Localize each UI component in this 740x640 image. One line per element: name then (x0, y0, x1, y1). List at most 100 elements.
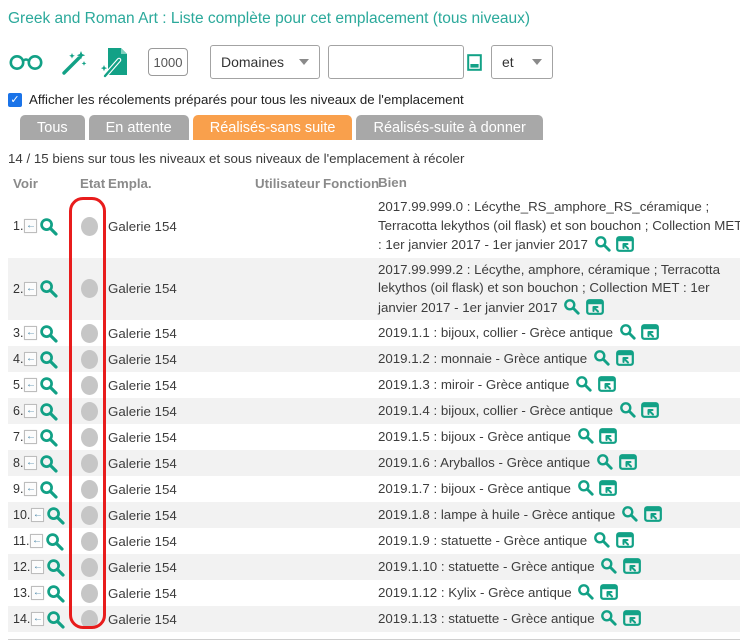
tab-tous[interactable]: Tous (20, 115, 85, 140)
row-location: Galerie 154 (108, 508, 255, 523)
open-window-icon[interactable] (616, 532, 634, 548)
tab-r-alis-s-suite-donner[interactable]: Réalisés-suite à donner (356, 115, 542, 140)
list-lookup-icon[interactable] (467, 54, 482, 71)
open-window-icon[interactable] (616, 350, 634, 366)
table-header: Voir Etat Empla. Utilisateur Fonction Bi… (8, 173, 740, 193)
view-record-search-icon[interactable] (39, 350, 58, 369)
row-number: 13. (13, 586, 30, 600)
row-bien-text: 2019.1.9 : statuette - Grèce antique (378, 533, 587, 548)
view-record-search-icon[interactable] (39, 402, 58, 421)
row-bien-cell: 2019.1.3 : miroir - Grèce antique (378, 372, 740, 398)
tab-en-attente[interactable]: En attente (89, 115, 189, 140)
glasses-icon[interactable] (8, 53, 45, 71)
open-window-icon[interactable] (644, 506, 662, 522)
status-dot[interactable] (81, 584, 98, 603)
open-window-icon[interactable] (598, 376, 616, 392)
view-record-search-icon[interactable] (46, 610, 65, 629)
row-etat-cell (70, 324, 108, 343)
row-voir-cell: 11.← (8, 532, 70, 551)
open-window-icon[interactable] (616, 236, 634, 252)
view-record-search-icon[interactable] (46, 558, 65, 577)
status-dot[interactable] (81, 454, 98, 473)
view-record-search-icon[interactable] (46, 506, 65, 525)
row-number: 1. (13, 219, 23, 233)
row-etat-cell (70, 480, 108, 499)
status-dot[interactable] (81, 324, 98, 343)
row-location: Galerie 154 (108, 586, 255, 601)
back-arrow-icon[interactable]: ← (24, 326, 37, 340)
search-icon[interactable] (577, 427, 594, 444)
status-dot[interactable] (81, 350, 98, 369)
back-arrow-icon[interactable]: ← (24, 282, 37, 296)
status-dot[interactable] (81, 217, 98, 236)
operator-select[interactable]: et (491, 45, 553, 79)
search-icon[interactable] (596, 453, 613, 470)
back-arrow-icon[interactable]: ← (24, 456, 37, 470)
back-arrow-icon[interactable]: ← (31, 560, 44, 574)
search-icon[interactable] (619, 323, 636, 340)
open-window-icon[interactable] (599, 480, 617, 496)
back-arrow-icon[interactable]: ← (24, 482, 37, 496)
search-icon[interactable] (619, 401, 636, 418)
row-bien-actions (591, 351, 634, 366)
row-bien-actions (617, 325, 660, 340)
operator-select-value: et (502, 54, 514, 70)
status-dot[interactable] (81, 376, 98, 395)
view-record-search-icon[interactable] (39, 480, 58, 499)
search-input[interactable] (328, 45, 464, 79)
open-window-icon[interactable] (619, 454, 637, 470)
row-bien-cell: 2019.1.9 : statuette - Grèce antique (378, 528, 740, 554)
search-icon[interactable] (594, 235, 611, 252)
status-dot[interactable] (81, 480, 98, 499)
back-arrow-icon[interactable]: ← (30, 534, 43, 548)
search-icon[interactable] (621, 505, 638, 522)
view-record-search-icon[interactable] (46, 584, 65, 603)
back-arrow-icon[interactable]: ← (31, 586, 44, 600)
search-icon[interactable] (600, 557, 617, 574)
status-dot[interactable] (81, 506, 98, 525)
row-location: Galerie 154 (108, 378, 255, 393)
back-arrow-icon[interactable]: ← (31, 612, 44, 626)
result-limit-input[interactable] (148, 48, 188, 76)
open-window-icon[interactable] (641, 402, 659, 418)
open-window-icon[interactable] (623, 610, 641, 626)
open-window-icon[interactable] (600, 584, 618, 600)
view-record-search-icon[interactable] (39, 217, 58, 236)
status-dot[interactable] (81, 558, 98, 577)
search-icon[interactable] (593, 349, 610, 366)
status-dot[interactable] (81, 402, 98, 421)
status-dot[interactable] (81, 428, 98, 447)
back-arrow-icon[interactable]: ← (24, 430, 37, 444)
back-arrow-icon[interactable]: ← (24, 404, 37, 418)
document-wand-icon[interactable] (100, 45, 132, 79)
search-icon[interactable] (577, 479, 594, 496)
search-icon[interactable] (600, 609, 617, 626)
status-dot[interactable] (81, 279, 98, 298)
show-recolements-checkbox[interactable]: ✓ (8, 93, 22, 107)
back-arrow-icon[interactable]: ← (24, 352, 37, 366)
back-arrow-icon[interactable]: ← (24, 219, 37, 233)
back-arrow-icon[interactable]: ← (24, 378, 37, 392)
row-number: 12. (13, 560, 30, 574)
status-dot[interactable] (81, 610, 98, 629)
open-window-icon[interactable] (599, 428, 617, 444)
open-window-icon[interactable] (586, 299, 604, 315)
domain-select[interactable]: Domaines (210, 45, 320, 79)
magic-wand-icon[interactable] (58, 47, 88, 77)
view-record-search-icon[interactable] (39, 279, 58, 298)
view-record-search-icon[interactable] (39, 324, 58, 343)
open-window-icon[interactable] (641, 324, 659, 340)
view-record-search-icon[interactable] (39, 454, 58, 473)
view-record-search-icon[interactable] (45, 532, 64, 551)
search-icon[interactable] (575, 375, 592, 392)
back-arrow-icon[interactable]: ← (31, 508, 44, 522)
search-icon[interactable] (577, 583, 594, 600)
row-bien-actions (598, 559, 641, 574)
tab-r-alis-s-sans-suite[interactable]: Réalisés-sans suite (193, 115, 353, 140)
search-icon[interactable] (593, 531, 610, 548)
search-icon[interactable] (563, 298, 580, 315)
status-dot[interactable] (81, 532, 98, 551)
view-record-search-icon[interactable] (39, 376, 58, 395)
view-record-search-icon[interactable] (39, 428, 58, 447)
open-window-icon[interactable] (623, 558, 641, 574)
